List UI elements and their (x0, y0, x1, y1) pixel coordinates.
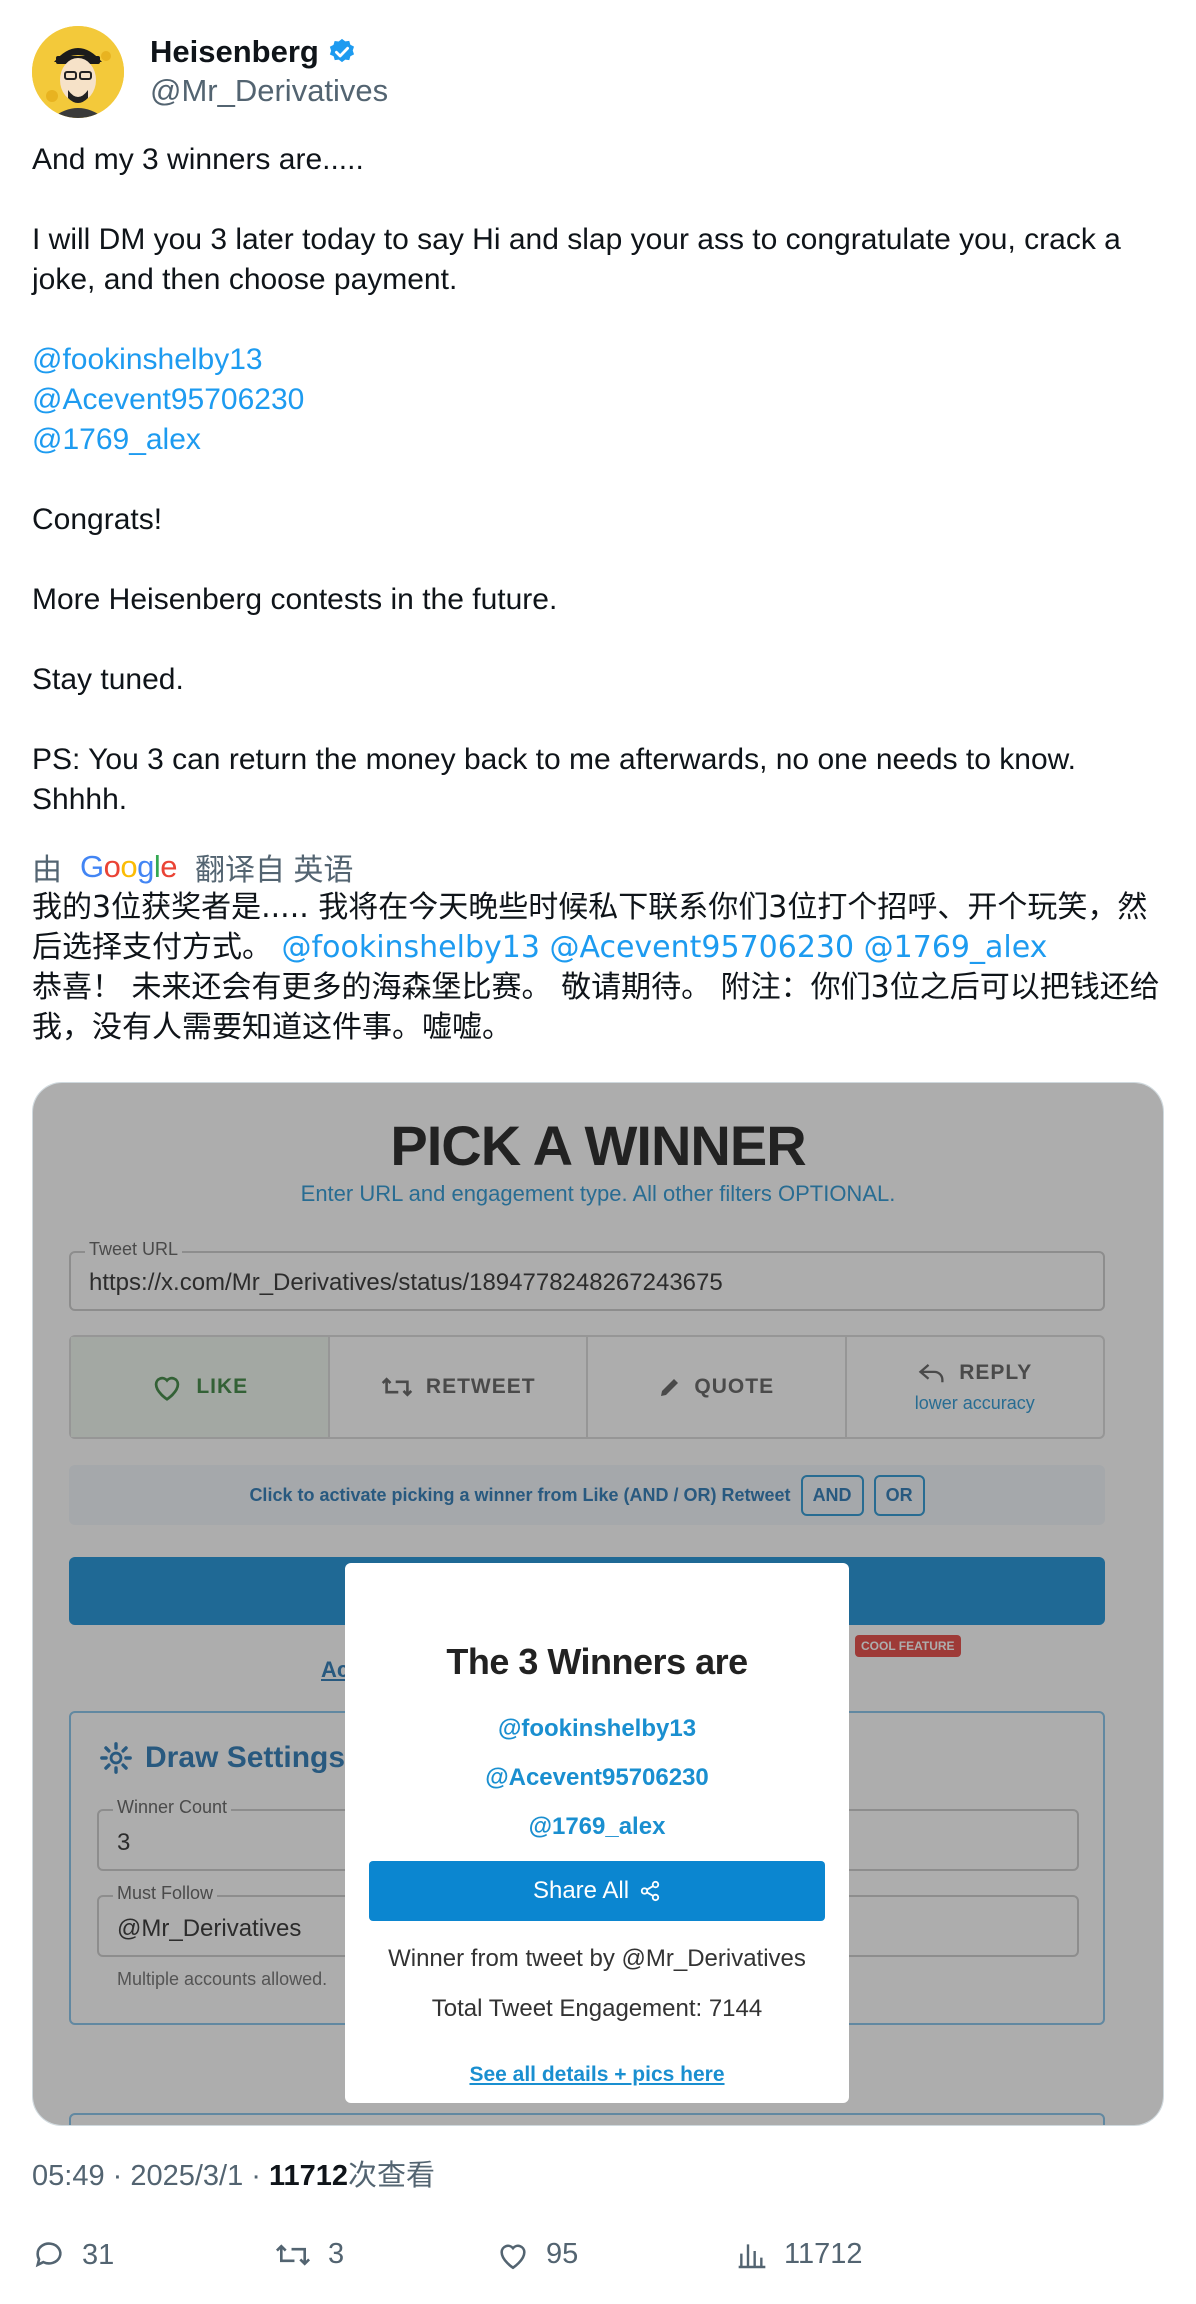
translated-part-b: 恭喜！ 未来还会有更多的海森堡比赛。 敬请期待。 附注：你们3位之后可以把钱还给… (32, 970, 1160, 1045)
views-action[interactable]: 11712 (736, 2238, 863, 2271)
repost-action[interactable]: 3 (274, 2238, 344, 2271)
heisenberg-avatar-icon[interactable] (32, 26, 124, 118)
tweet-line-intro: And my 3 winners are..... (32, 143, 364, 176)
display-name-row: Heisenberg (150, 33, 388, 71)
reply-bubble-icon (35, 2242, 62, 2268)
verified-badge-icon (329, 38, 354, 63)
winner-source-line: Winner from tweet by @Mr_Derivatives (388, 1945, 806, 1972)
translated-text: 我的3位获奖者是..... 我将在今天晚些时候私下联系你们3位打个招呼、开个玩笑… (32, 888, 1172, 1048)
translation-attribution[interactable]: 由 Google 翻译自 英语 (32, 845, 353, 889)
tweet-line-ps: PS: You 3 can return the money back to m… (32, 743, 1085, 816)
share-all-button: Share All (369, 1861, 825, 1921)
winner-handle: @Acevent95706230 (485, 1764, 709, 1791)
tweet-line-dm: I will DM you 3 later today to say Hi an… (32, 223, 1130, 296)
tweet-line-more: More Heisenberg contests in the future. (32, 583, 558, 616)
mention-link[interactable]: @1769_alex (32, 420, 1162, 460)
like-action[interactable]: 95 (496, 2238, 578, 2271)
mention-link[interactable]: @fookinshelby13 (32, 340, 1162, 380)
mention-link[interactable]: @Acevent95706230 (32, 380, 1162, 420)
tweet-line-congrats: Congrats! (32, 503, 163, 536)
repost-icon (275, 2243, 311, 2266)
like-count: 95 (546, 2238, 579, 2270)
translated-mentions[interactable]: @fookinshelby13 @Acevent95706230 @1769_a… (282, 930, 1048, 965)
tweet-meta: 05:49 · 2025/3/1 · 11712次查看 (32, 2152, 435, 2194)
analytics-bars-icon (738, 2243, 766, 2268)
total-engagement-line: Total Tweet Engagement: 7144 (431, 1995, 763, 2022)
tweet-action-bar: 31 3 95 11712 (32, 2238, 1162, 2282)
media-image[interactable]: PICK A WINNER Enter URL and engagement t… (32, 1082, 1164, 2126)
author-handle[interactable]: @Mr_Derivatives (150, 71, 388, 111)
winner-handle: @1769_alex (528, 1813, 666, 1840)
see-details-link: See all details + pics here (469, 2063, 725, 2086)
reply-count: 31 (82, 2238, 115, 2271)
winners-modal-title: The 3 Winners are (446, 1641, 748, 1682)
winner-handle: @fookinshelby13 (497, 1715, 697, 1742)
view-count-suffix: 次查看 (348, 2160, 436, 2192)
tweet-timestamp[interactable]: 05:49 · 2025/3/1 · (32, 2160, 269, 2192)
repost-count: 3 (328, 2238, 345, 2270)
reply-action[interactable]: 31 (32, 2238, 114, 2272)
share-all-label: Share All (532, 1877, 630, 1904)
author-names: Heisenberg @Mr_Derivatives (150, 33, 388, 111)
view-count: 11712 (269, 2160, 349, 2192)
like-heart-icon (500, 2244, 526, 2269)
mentions-list: @fookinshelby13 @Acevent95706230 @1769_a… (32, 340, 1162, 460)
share-icon (640, 1880, 660, 1902)
views-count: 11712 (784, 2238, 863, 2270)
google-logo: Google (80, 849, 178, 884)
tweet-text: And my 3 winners are..... I will DM you … (32, 140, 1162, 860)
tweet-header: Heisenberg @Mr_Derivatives (32, 24, 388, 120)
tweet-line-stay: Stay tuned. (32, 663, 184, 696)
winners-modal: The 3 Winners are @fookinshelby13 @Aceve… (345, 1563, 849, 2103)
pick-a-winner-screenshot: PICK A WINNER Enter URL and engagement t… (33, 1083, 1163, 2125)
display-name[interactable]: Heisenberg (150, 33, 319, 71)
translation-prefix: 由 (32, 854, 62, 887)
translation-suffix: 翻译自 英语 (195, 854, 354, 887)
